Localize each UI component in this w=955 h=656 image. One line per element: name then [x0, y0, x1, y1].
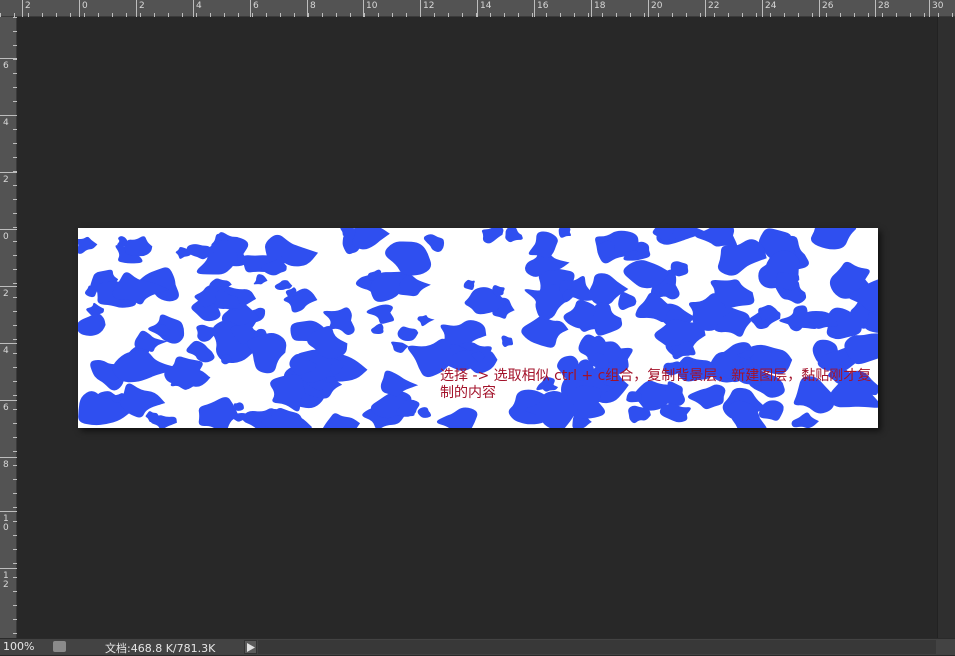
- ruler-tick: [477, 0, 478, 17]
- ruler-label: 22: [708, 1, 720, 11]
- ruler-label: 4: [3, 346, 9, 356]
- play-triangle-icon: [247, 643, 255, 652]
- ruler-tick: [193, 0, 194, 17]
- ruler-horizontal[interactable]: 2 0 2 4 6 8 10 12 14 16 18 20 22 24 26 28 30: [0, 0, 955, 17]
- ruler-label: 14: [480, 1, 492, 11]
- ruler-tick: [79, 0, 80, 17]
- ruler-label: 20: [651, 1, 663, 11]
- ruler-label: 8: [310, 1, 316, 11]
- ruler-tick: [0, 343, 17, 344]
- ruler-tick: [136, 0, 137, 17]
- ruler-label: 6: [3, 403, 9, 413]
- ruler-label: 0: [3, 232, 9, 242]
- ruler-tick: [534, 0, 535, 17]
- ruler-label: 10: [3, 514, 9, 533]
- ruler-label: 6: [253, 1, 259, 11]
- ruler-tick: [0, 568, 17, 569]
- ruler-label: 16: [537, 1, 549, 11]
- ruler-label: 26: [822, 1, 834, 11]
- vertical-scrollbar[interactable]: [937, 17, 955, 638]
- ruler-tick: [250, 0, 251, 17]
- ruler-tick: [762, 0, 763, 17]
- ruler-tick: [0, 400, 17, 401]
- status-menu-icon[interactable]: [53, 641, 66, 652]
- horizontal-scrollbar[interactable]: [258, 640, 936, 654]
- ruler-label: 0: [82, 1, 88, 11]
- ruler-label: 18: [594, 1, 606, 11]
- ruler-label: 30: [932, 1, 944, 11]
- ruler-label: 6: [3, 61, 9, 71]
- ruler-tick: [0, 286, 17, 287]
- ruler-tick: [705, 0, 706, 17]
- ruler-tick: [0, 172, 17, 173]
- ruler-tick: [819, 0, 820, 17]
- ruler-label: 12: [423, 1, 435, 11]
- annotation-text: 选择 -> 选取相似 ctrl + c组合，复制背景层，新建图层，黏贴刚才复制的…: [440, 368, 872, 401]
- ruler-tick: [929, 0, 930, 17]
- ruler-label: 2: [25, 1, 31, 11]
- ruler-tick: [0, 229, 17, 230]
- ruler-tick: [0, 511, 17, 512]
- zoom-level[interactable]: 100%: [3, 640, 34, 653]
- ruler-label: 4: [3, 118, 9, 128]
- ruler-tick: [875, 0, 876, 17]
- ruler-tick: [591, 0, 592, 17]
- ruler-label: 4: [196, 1, 202, 11]
- ruler-label: 28: [878, 1, 890, 11]
- ruler-label: 2: [3, 175, 9, 185]
- blob-shape: [325, 376, 337, 383]
- ruler-label: 10: [366, 1, 378, 11]
- ruler-label: 2: [139, 1, 145, 11]
- status-menu-button[interactable]: [244, 640, 257, 654]
- ruler-label: 8: [3, 460, 9, 470]
- document-size-info: 文档:468.8 K/781.3K: [105, 642, 216, 655]
- ruler-tick: [22, 0, 23, 17]
- ruler-vertical[interactable]: 6 4 2 0 2 4 6 8 10 12: [0, 17, 17, 638]
- ruler-tick: [648, 0, 649, 17]
- ruler-label: 2: [3, 289, 9, 299]
- ruler-label: 12: [3, 571, 9, 590]
- status-bar: 100% 文档:468.8 K/781.3K: [0, 638, 955, 655]
- ruler-label: 24: [765, 1, 777, 11]
- ruler-tick: [0, 457, 17, 458]
